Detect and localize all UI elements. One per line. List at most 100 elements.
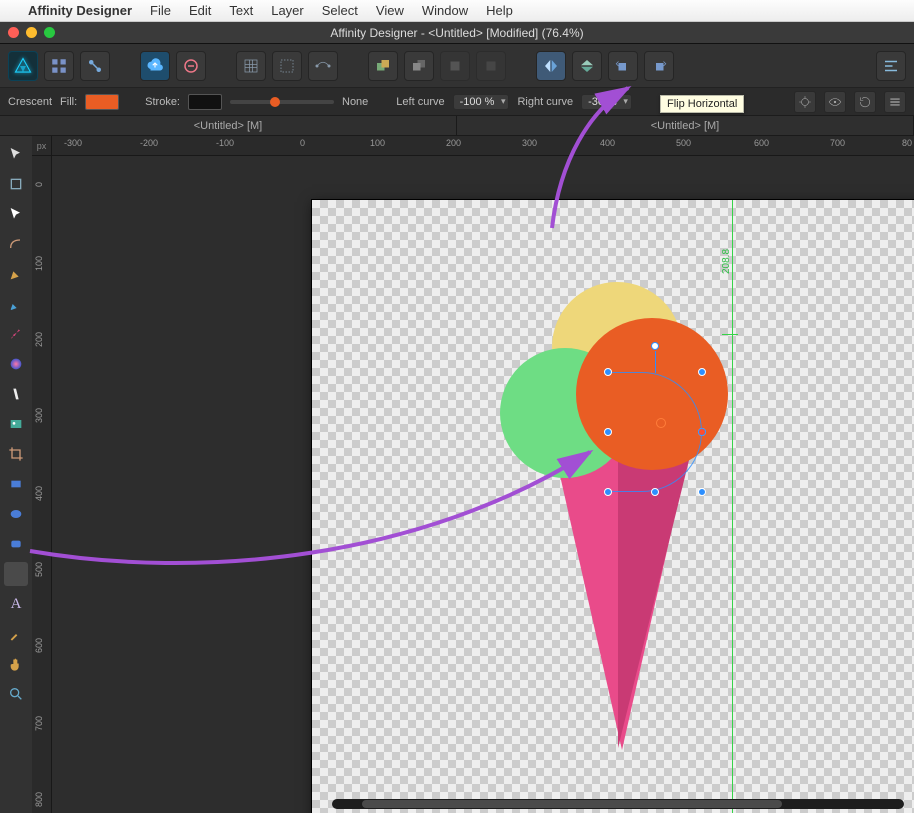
persona-grid-icon[interactable] <box>44 51 74 81</box>
selection-handle[interactable] <box>604 368 612 376</box>
move-front-icon[interactable] <box>368 51 398 81</box>
stroke-label: Stroke: <box>145 96 180 108</box>
center-point[interactable] <box>656 418 666 428</box>
transparency-tool[interactable] <box>4 382 28 406</box>
document-tab-2[interactable]: <Untitled> [M] <box>457 116 914 135</box>
rotate-left-button[interactable] <box>608 51 638 81</box>
rotation-handle[interactable] <box>651 342 659 350</box>
place-tool[interactable] <box>4 412 28 436</box>
rounded-rect-tool[interactable] <box>4 532 28 556</box>
macos-menubar: Affinity Designer File Edit Text Layer S… <box>0 0 914 22</box>
app-menu[interactable]: Affinity Designer <box>28 3 132 18</box>
artboard-tool[interactable] <box>4 172 28 196</box>
rotate-right-button[interactable] <box>644 51 674 81</box>
persona-link-icon[interactable] <box>80 51 110 81</box>
menu-select[interactable]: Select <box>322 3 358 18</box>
ruler-h-tick: 500 <box>676 138 691 148</box>
ruler-v-tick: 600 <box>34 638 44 653</box>
pen-tool[interactable] <box>4 262 28 286</box>
menu-icon[interactable] <box>884 91 906 113</box>
menu-layer[interactable]: Layer <box>271 3 304 18</box>
view-icon[interactable] <box>824 91 846 113</box>
tools-panel: A <box>0 136 32 813</box>
fill-label: Fill: <box>60 96 77 108</box>
adjustments-icon[interactable] <box>176 51 206 81</box>
stroke-width-slider[interactable] <box>230 100 334 104</box>
ruler-h-tick: 100 <box>370 138 385 148</box>
menu-file[interactable]: File <box>150 3 171 18</box>
menu-edit[interactable]: Edit <box>189 3 211 18</box>
selection-handle[interactable] <box>604 428 612 436</box>
snap-bounds-icon[interactable] <box>272 51 302 81</box>
ruler-v-tick: 800 <box>34 792 44 807</box>
snap-grid-icon[interactable] <box>236 51 266 81</box>
selection-bounds[interactable] <box>608 372 702 492</box>
text-tool[interactable]: A <box>4 592 28 616</box>
ice-cream-illustration <box>502 270 782 750</box>
ruler-h-tick: 80 <box>902 138 912 148</box>
guide-position-label: 208.8 <box>721 249 732 274</box>
ruler-h-tick: 300 <box>522 138 537 148</box>
menu-help[interactable]: Help <box>486 3 513 18</box>
vertical-ruler[interactable]: 0 100 200 300 400 500 600 700 800 <box>32 156 52 813</box>
fill-swatch[interactable] <box>85 94 119 110</box>
align-button[interactable] <box>876 51 906 81</box>
flip-horizontal-button[interactable] <box>536 51 566 81</box>
ruler-v-tick: 0 <box>34 182 44 187</box>
stroke-swatch[interactable] <box>188 94 222 110</box>
document-tabs: <Untitled> [M] <Untitled> [M] <box>0 116 914 136</box>
snap-nodes-icon[interactable] <box>308 51 338 81</box>
tooltip: Flip Horizontal <box>660 95 744 113</box>
selection-handle[interactable] <box>698 488 706 496</box>
vertical-guide[interactable] <box>732 200 733 813</box>
fill-tool[interactable] <box>4 352 28 376</box>
flip-vertical-button[interactable] <box>572 51 602 81</box>
window-titlebar: Affinity Designer - <Untitled> [Modified… <box>0 22 914 44</box>
menu-window[interactable]: Window <box>422 3 468 18</box>
crescent-tool[interactable] <box>4 562 28 586</box>
horizontal-scrollbar[interactable] <box>332 799 904 809</box>
corner-tool[interactable] <box>4 232 28 256</box>
target-icon[interactable] <box>794 91 816 113</box>
scrollbar-thumb[interactable] <box>362 800 782 808</box>
crop-tool[interactable] <box>4 442 28 466</box>
move-backward-icon[interactable] <box>476 51 506 81</box>
left-curve-field[interactable]: -100 % <box>453 94 510 110</box>
ruler-h-tick: 200 <box>446 138 461 148</box>
node-tool[interactable] <box>4 202 28 226</box>
stroke-none-label: None <box>342 96 368 108</box>
rectangle-tool[interactable] <box>4 472 28 496</box>
main-toolbar <box>0 44 914 88</box>
pan-tool[interactable] <box>4 652 28 676</box>
canvas-viewport[interactable]: 208.8 <box>52 156 914 813</box>
ruler-h-tick: 0 <box>300 138 305 148</box>
curve-control-point[interactable] <box>698 428 706 436</box>
cloud-upload-icon[interactable] <box>140 51 170 81</box>
ellipse-tool[interactable] <box>4 502 28 526</box>
reset-icon[interactable] <box>854 91 876 113</box>
selection-handle[interactable] <box>698 368 706 376</box>
pencil-tool[interactable] <box>4 292 28 316</box>
horizontal-ruler[interactable]: -300 -200 -100 0 100 200 300 400 500 600… <box>52 136 914 156</box>
right-curve-field[interactable]: -30 % <box>581 94 632 110</box>
move-back-icon[interactable] <box>404 51 434 81</box>
artboard[interactable] <box>312 200 914 813</box>
brush-tool[interactable] <box>4 322 28 346</box>
affinity-logo-icon[interactable] <box>8 51 38 81</box>
left-curve-label: Left curve <box>396 96 444 108</box>
ruler-v-tick: 100 <box>34 256 44 271</box>
move-tool[interactable] <box>4 142 28 166</box>
canvas-area: px -300 -200 -100 0 100 200 300 400 500 … <box>32 136 914 813</box>
move-forward-icon[interactable] <box>440 51 470 81</box>
ruler-h-tick: -300 <box>64 138 82 148</box>
ruler-v-tick: 400 <box>34 486 44 501</box>
ruler-v-tick: 700 <box>34 716 44 731</box>
menu-view[interactable]: View <box>376 3 404 18</box>
selection-handle[interactable] <box>604 488 612 496</box>
zoom-tool[interactable] <box>4 682 28 706</box>
document-tab-1[interactable]: <Untitled> [M] <box>0 116 457 135</box>
ruler-v-tick: 200 <box>34 332 44 347</box>
menu-text[interactable]: Text <box>229 3 253 18</box>
selection-handle[interactable] <box>651 488 659 496</box>
eyedropper-tool[interactable] <box>4 622 28 646</box>
